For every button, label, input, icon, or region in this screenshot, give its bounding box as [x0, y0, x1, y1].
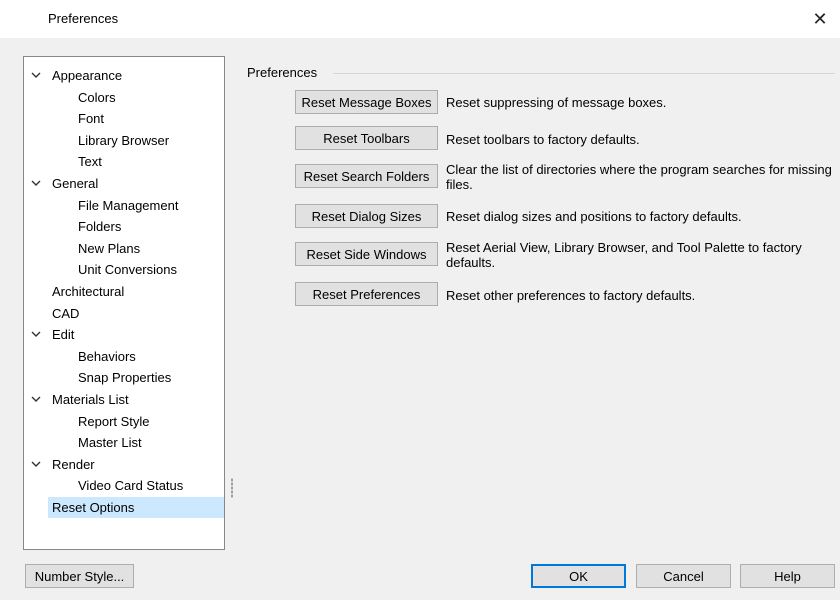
tree-item-label: Render — [52, 456, 95, 472]
tree-item-label: Snap Properties — [78, 370, 172, 386]
close-icon[interactable]: ✕ — [800, 0, 840, 38]
window-title: Preferences — [48, 11, 119, 26]
tree-item-general[interactable]: General — [24, 173, 224, 194]
chevron-down-icon[interactable] — [30, 65, 42, 86]
tree-item-behaviors[interactable]: Behaviors — [24, 346, 224, 367]
tree-item-architectural[interactable]: Architectural — [24, 281, 224, 302]
reset-dialog-sizes-button[interactable]: Reset Dialog Sizes — [295, 204, 438, 228]
tree-item-text[interactable]: Text — [24, 151, 224, 172]
chevron-down-icon[interactable] — [30, 324, 42, 345]
preferences-group-label: Preferences — [247, 65, 318, 80]
reset-dialog-sizes-description: Reset dialog sizes and positions to fact… — [446, 209, 742, 224]
tree-item-reset-options[interactable]: Reset Options — [48, 497, 224, 518]
tree-item-label: Materials List — [52, 392, 129, 407]
tree-item-label: Font — [78, 111, 105, 127]
cancel-button[interactable]: Cancel — [636, 564, 731, 588]
tree-item-label: Text — [78, 154, 102, 170]
reset-side-windows-description: Reset Aerial View, Library Browser, and … — [446, 240, 802, 270]
preferences-dialog: Preferences ✕ Appearance Colors Font Librar… — [0, 0, 840, 600]
group-divider — [333, 73, 835, 74]
tree-item-render[interactable]: Render — [24, 454, 224, 475]
tree-item-new-plans[interactable]: New Plans — [24, 238, 224, 259]
reset-preferences-button[interactable]: Reset Preferences — [295, 282, 438, 306]
tree-item-unit-conversions[interactable]: Unit Conversions — [24, 259, 224, 280]
tree-item-font[interactable]: Font — [24, 108, 224, 129]
reset-search-folders-description: Clear the list of directories where the … — [446, 162, 832, 192]
tree-item-label: Unit Conversions — [78, 262, 177, 278]
tree-item-label: Architectural — [52, 284, 125, 299]
reset-preferences-description: Reset other preferences to factory defau… — [446, 288, 696, 303]
tree-item-master-list[interactable]: Master List — [24, 432, 224, 453]
tree-item-label: Edit — [52, 327, 75, 343]
tree-item-label: Appearance — [52, 68, 123, 83]
chevron-down-icon[interactable] — [30, 173, 42, 194]
tree-item-label: Behaviors — [78, 348, 136, 364]
reset-toolbars-description: Reset toolbars to factory defaults. — [446, 132, 640, 147]
chevron-down-icon[interactable] — [30, 389, 42, 410]
reset-toolbars-button[interactable]: Reset Toolbars — [295, 126, 438, 150]
tree-item-label: Colors — [78, 89, 116, 105]
help-button[interactable]: Help — [740, 564, 835, 588]
tree-item-label: File Management — [78, 197, 179, 213]
tree-item-report-style[interactable]: Report Style — [24, 411, 224, 432]
tree-item-file-management[interactable]: File Management — [24, 195, 224, 216]
tree-item-label: CAD — [52, 305, 80, 321]
number-style-button[interactable]: Number Style... — [25, 564, 134, 588]
reset-side-windows-button[interactable]: Reset Side Windows — [295, 242, 438, 266]
category-tree[interactable]: Appearance Colors Font Library Browser Text G… — [23, 56, 225, 550]
tree-item-appearance[interactable]: Appearance — [24, 65, 224, 86]
tree-item-label: Folders — [78, 219, 122, 235]
tree-item-label: Report Style — [78, 413, 150, 429]
tree-item-materials-list[interactable]: Materials List — [24, 389, 224, 410]
tree-item-label: Reset Options — [52, 500, 135, 515]
tree-item-library-browser[interactable]: Library Browser — [24, 130, 224, 151]
tree-item-colors[interactable]: Colors — [24, 87, 224, 108]
tree-item-video-card-status[interactable]: Video Card Status — [24, 475, 224, 496]
tree-item-snap-properties[interactable]: Snap Properties — [24, 367, 224, 388]
reset-search-folders-button[interactable]: Reset Search Folders — [295, 164, 438, 188]
reset-message-boxes-button[interactable]: Reset Message Boxes — [295, 90, 438, 114]
tree-item-cad[interactable]: CAD — [24, 303, 224, 324]
resize-splitter[interactable] — [231, 478, 233, 498]
tree-item-label: Master List — [78, 435, 142, 451]
tree-item-label: General — [52, 176, 99, 191]
tree-item-label: Video Card Status — [78, 478, 184, 494]
tree-item-edit[interactable]: Edit — [24, 324, 224, 345]
ok-button[interactable]: OK — [531, 564, 626, 588]
reset-message-boxes-description: Reset suppressing of message boxes. — [446, 95, 667, 110]
tree-item-folders[interactable]: Folders — [24, 216, 224, 237]
tree-item-label: Library Browser — [78, 132, 170, 148]
title-bar: Preferences ✕ — [0, 0, 840, 38]
tree-item-label: New Plans — [78, 240, 141, 256]
chevron-down-icon[interactable] — [30, 454, 42, 475]
